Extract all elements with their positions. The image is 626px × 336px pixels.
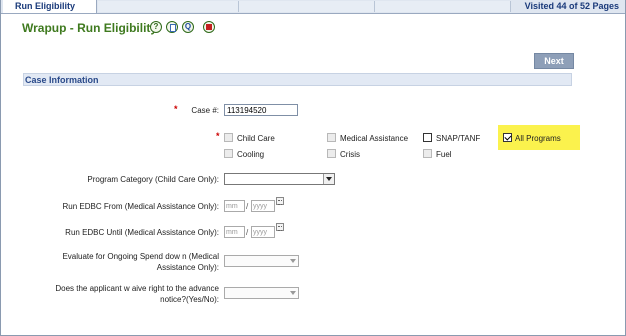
edbc-until-year-input[interactable]: yyyy: [251, 226, 275, 238]
document-icon-page: [170, 24, 176, 32]
chevron-down-icon: [288, 256, 298, 266]
visited-pages-count: Visited 44 of 52 Pages: [524, 1, 619, 11]
case-number-input[interactable]: 113194520: [224, 104, 298, 116]
section-header-case-information: Case Information: [23, 73, 572, 86]
tab-empty-2: [239, 1, 375, 12]
search-icon[interactable]: Q: [182, 21, 194, 33]
checkbox-snap-tanf-label: SNAP/TANF: [436, 134, 481, 143]
spend-down-label-line2: Assistance Only):: [156, 263, 219, 272]
edbc-from-label: Run EDBC From (Medical Assistance Only):: [62, 202, 220, 211]
calendar-icon[interactable]: [276, 197, 284, 205]
edbc-from-year-input[interactable]: yyyy: [251, 200, 275, 212]
checkbox-cooling-label: Cooling: [237, 150, 265, 159]
document-icon[interactable]: [166, 21, 178, 33]
chevron-down-icon: [288, 288, 298, 298]
tab-run-eligibility[interactable]: Run Eligibility: [3, 0, 97, 13]
stop-icon-square: [206, 24, 212, 30]
checkbox-medical-assistance: [327, 133, 336, 142]
checkbox-fuel-label: Fuel: [436, 150, 452, 159]
edbc-from-month-input[interactable]: mm: [224, 200, 245, 212]
checkbox-all-programs[interactable]: [503, 133, 512, 142]
tab-empty-3: [375, 1, 511, 12]
date-separator: /: [246, 202, 249, 211]
tab-bar: Run Eligibility Visited 44 of 52 Pages: [1, 0, 625, 14]
checkbox-all-programs-label: All Programs: [515, 134, 561, 143]
spend-down-select[interactable]: [224, 255, 299, 267]
edbc-until-month-input[interactable]: mm: [224, 226, 245, 238]
waive-notice-select[interactable]: [224, 287, 299, 299]
required-marker: *: [216, 131, 220, 141]
checkbox-child-care: [224, 133, 233, 142]
stop-icon[interactable]: [203, 21, 215, 33]
program-category-label: Program Category (Child Care Only):: [87, 175, 219, 184]
checkbox-fuel: [423, 149, 432, 158]
checkbox-child-care-label: Child Care: [237, 134, 275, 143]
page-title: Wrapup - Run Eligibility: [22, 21, 158, 35]
edbc-until-label: Run EDBC Until (Medical Assistance Only)…: [65, 228, 219, 237]
next-button[interactable]: Next: [534, 53, 574, 69]
checkbox-crisis: [327, 149, 336, 158]
tab-empty-1: [98, 1, 239, 12]
calendar-icon[interactable]: [276, 223, 284, 231]
checkbox-crisis-label: Crisis: [340, 150, 360, 159]
program-category-select[interactable]: [224, 173, 335, 185]
checkbox-medical-assistance-label: Medical Assistance: [340, 134, 409, 143]
checkbox-snap-tanf[interactable]: [423, 133, 432, 142]
case-number-label: Case #:: [191, 106, 219, 115]
help-icon[interactable]: ?: [150, 21, 162, 33]
date-separator: /: [246, 228, 249, 237]
chevron-down-icon: [323, 174, 334, 184]
checkbox-cooling: [224, 149, 233, 158]
waive-notice-label-line1: Does the applicant w aive right to the a…: [55, 284, 219, 293]
spend-down-label-line1: Evaluate for Ongoing Spend dow n (Medica…: [62, 252, 219, 261]
waive-notice-label-line2: notice?(Yes/No):: [160, 295, 219, 304]
